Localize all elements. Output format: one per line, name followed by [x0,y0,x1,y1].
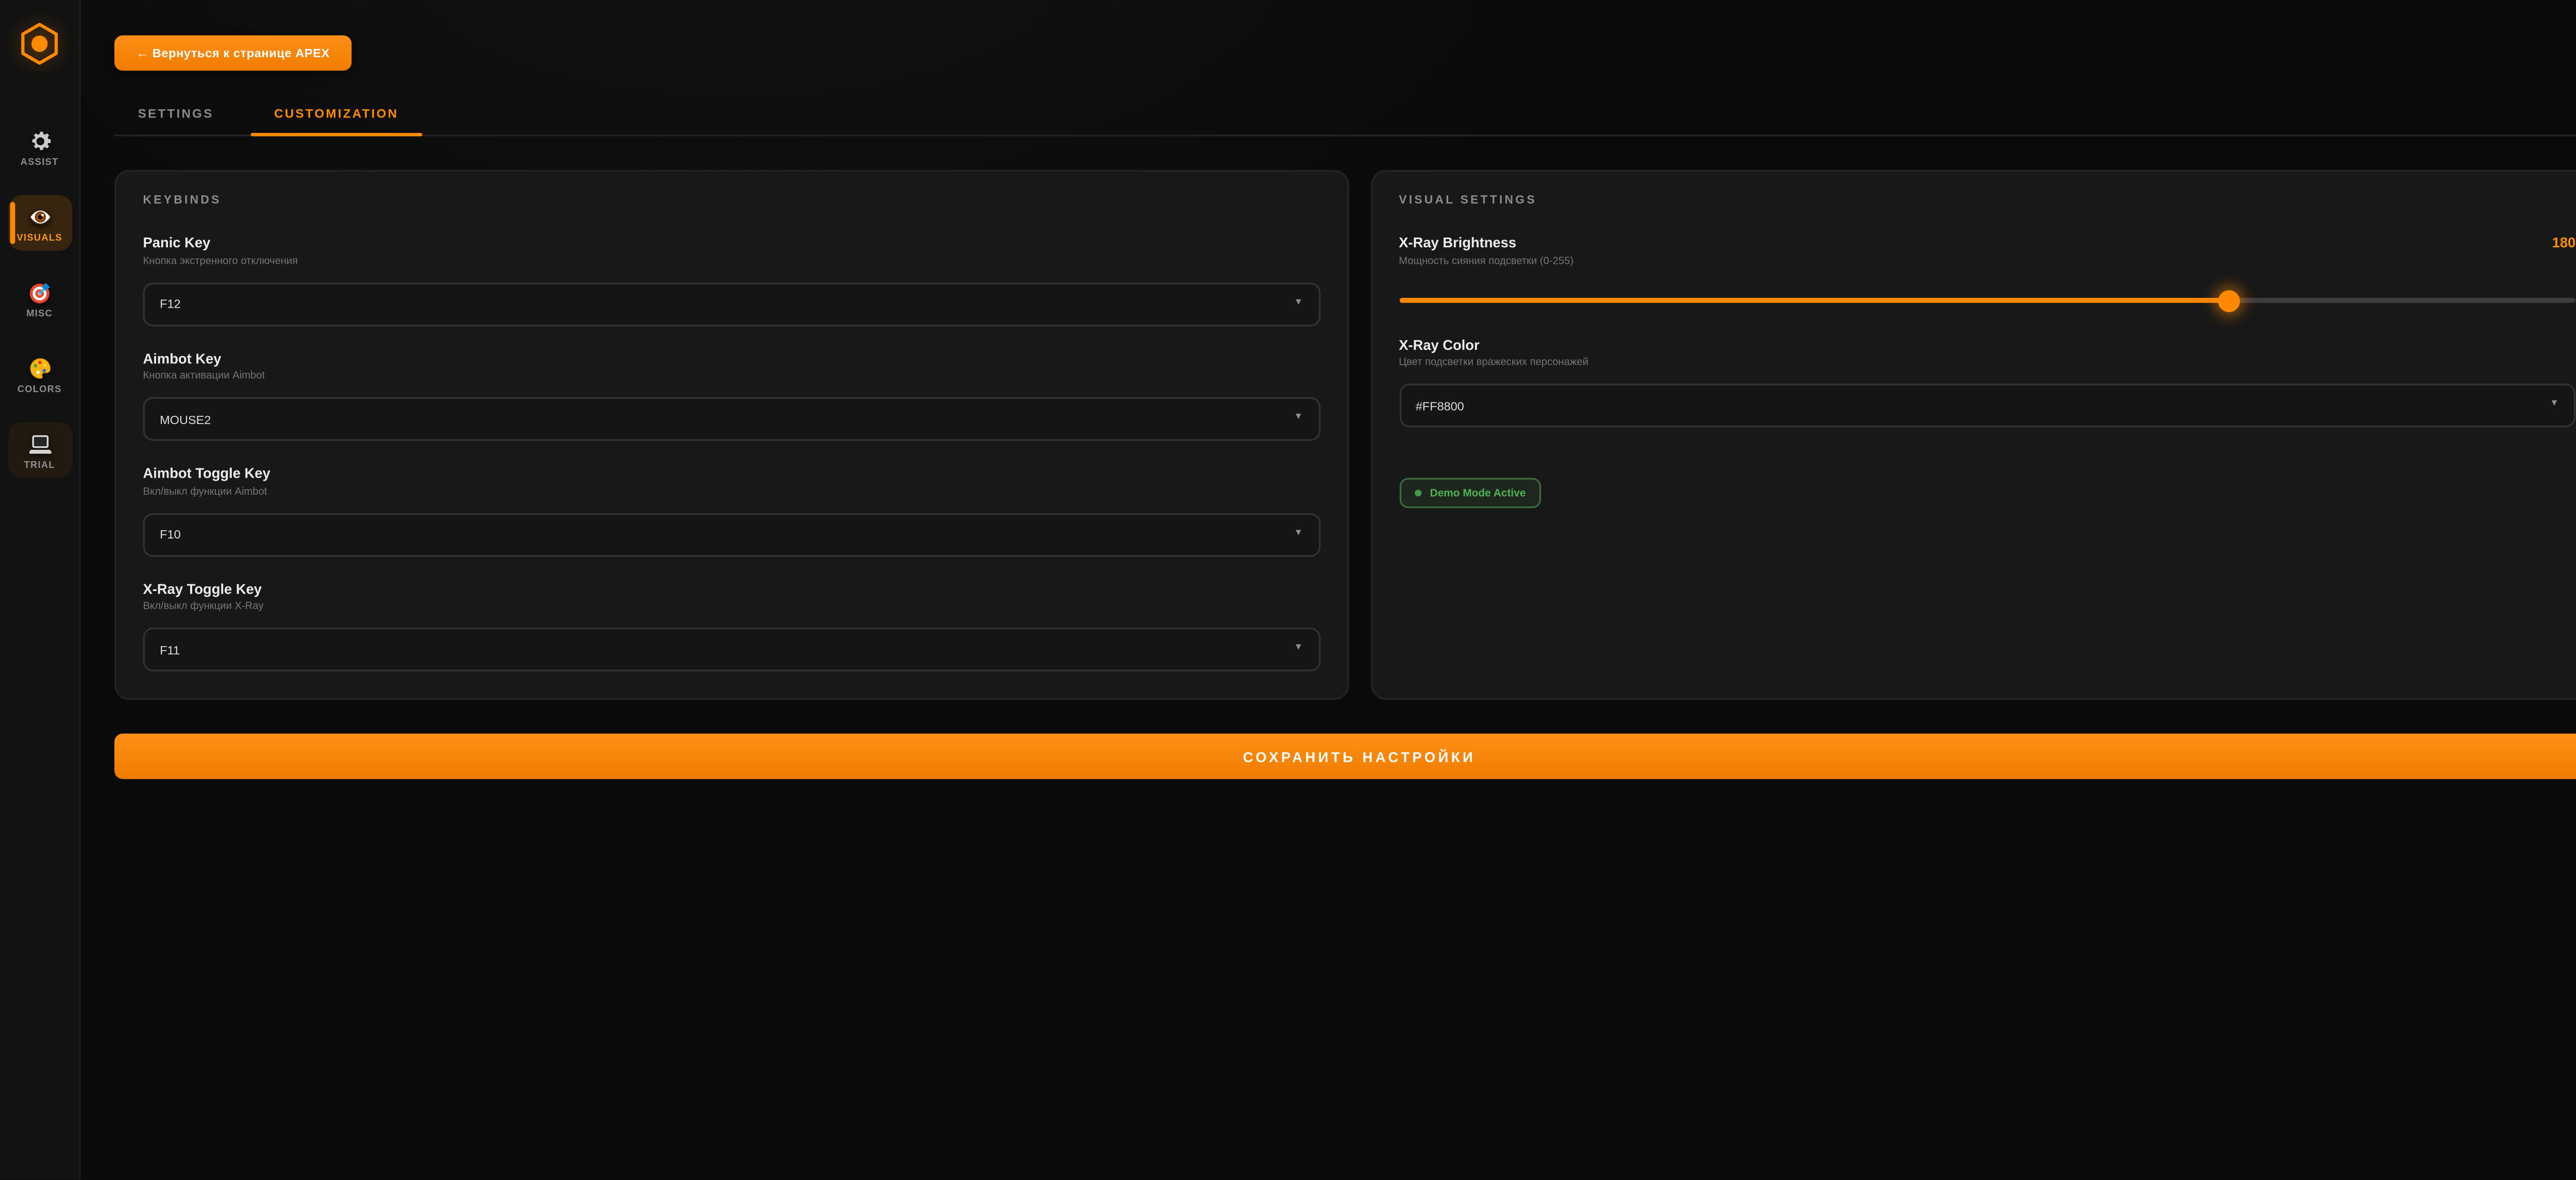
brightness-row: X-Ray Brightness 180 [1399,234,2575,251]
sidebar-nav: ASSIST VISUALS [0,120,79,478]
sidebar-item-label: MISC [26,310,53,320]
xray-toggle-key-field: X-Ray Toggle Key Вкл/выкл функции X-Ray … [143,580,1320,671]
palette-icon [26,355,53,382]
chevron-down-icon: ▼ [1294,299,1303,309]
xray-brightness-field: X-Ray Brightness 180 Мощность сияния под… [1399,234,2575,312]
panic-key-field: Panic Key Кнопка экстренного отключения … [143,234,1320,326]
save-settings-button[interactable]: СОХРАНИТЬ НАСТРОЙКИ [114,734,2576,779]
sidebar-item-colors[interactable]: COLORS [8,347,72,402]
sidebar-item-label: TRIAL [24,461,55,471]
keybinds-panel: KEYBINDS Panic Key Кнопка экстренного от… [114,170,1348,700]
field-label: Aimbot Key [143,349,1320,366]
aimbot-toggle-key-field: Aimbot Toggle Key Вкл/выкл функции Aimbo… [143,464,1320,556]
select-value: F12 [160,296,180,311]
xray-brightness-slider[interactable] [1399,289,2575,312]
aimbot-key-select[interactable]: MOUSE2 ▼ [143,397,1320,441]
eye-icon [26,204,53,230]
sidebar-item-trial[interactable]: TRIAL [8,423,72,478]
chevron-down-icon: ▼ [2550,401,2558,410]
sidebar-item-label: COLORS [18,385,62,396]
select-value: F11 [160,642,180,657]
app-window: ASSIST VISUALS [0,0,2576,1180]
main-content: ← Вернуться к странице APEX SETTINGS CUS… [81,0,2576,1180]
xray-color-select[interactable]: #FF8800 ▼ [1399,383,2575,427]
status-dot-icon [1414,489,1421,497]
select-value: #FF8800 [1416,398,1464,413]
sidebar-item-assist[interactable]: ASSIST [8,120,72,175]
aimbot-toggle-key-select[interactable]: F10 ▼ [143,512,1320,556]
sidebar-item-visuals[interactable]: VISUALS [8,195,72,251]
field-description: Мощность сияния подсветки (0-255) [1399,255,2575,267]
active-item-indicator [10,202,14,244]
sidebar-item-label: ASSIST [21,158,59,168]
field-description: Кнопка экстренного отключения [143,255,1320,267]
chevron-down-icon: ▼ [1294,414,1303,424]
badge-label: Demo Mode Active [1430,487,1526,499]
demo-mode-badge: Demo Mode Active [1399,478,1541,508]
target-icon [26,279,53,306]
settings-panels: KEYBINDS Panic Key Кнопка экстренного от… [114,170,2576,700]
xray-brightness-slider-thumb[interactable] [2218,290,2240,311]
chevron-down-icon: ▼ [1294,645,1303,654]
tab-bar: SETTINGS CUSTOMIZATION [114,94,2576,137]
laptop-icon [26,431,53,458]
field-label: X-Ray Toggle Key [143,580,1320,597]
keybinds-title: KEYBINDS [143,195,1320,207]
field-description: Вкл/выкл функции Aimbot [143,485,1320,497]
back-to-apex-button[interactable]: ← Вернуться к странице APEX [114,36,351,71]
field-description: Цвет подсветки вражеских персонажей [1399,357,2575,368]
visual-settings-panel: VISUAL SETTINGS X-Ray Brightness 180 Мощ… [1370,170,2576,700]
panic-key-select[interactable]: F12 ▼ [143,282,1320,326]
field-label: X-Ray Color [1399,335,2575,352]
field-description: Вкл/выкл функции X-Ray [143,601,1320,613]
tab-settings[interactable]: SETTINGS [114,94,237,134]
sidebar-item-label: VISUALS [17,234,62,244]
field-label: Aimbot Toggle Key [143,464,1320,481]
gear-icon [26,128,53,155]
xray-color-field: X-Ray Color Цвет подсветки вражеских пер… [1399,335,2575,427]
field-description: Кнопка активации Aimbot [143,370,1320,382]
select-value: F10 [160,527,180,542]
app-logo-icon [17,20,62,67]
field-label: Panic Key [143,234,1320,251]
sidebar-item-misc[interactable]: MISC [8,271,72,327]
sidebar: ASSIST VISUALS [0,0,81,1180]
xray-brightness-slider-fill [1399,297,2229,304]
brightness-value: 180 [2552,234,2576,251]
viewport: ASSIST VISUALS [0,0,2576,1180]
select-value: MOUSE2 [160,411,211,426]
field-label: X-Ray Brightness [1399,234,1516,251]
tab-label: CUSTOMIZATION [274,106,398,121]
slider-track[interactable] [1399,297,2575,304]
xray-toggle-key-select[interactable]: F11 ▼ [143,628,1320,671]
active-tab-indicator [250,133,422,137]
tab-customization[interactable]: CUSTOMIZATION [250,94,422,134]
aimbot-key-field: Aimbot Key Кнопка активации Aimbot MOUSE… [143,349,1320,441]
visual-settings-title: VISUAL SETTINGS [1399,195,2575,207]
chevron-down-icon: ▼ [1294,530,1303,539]
